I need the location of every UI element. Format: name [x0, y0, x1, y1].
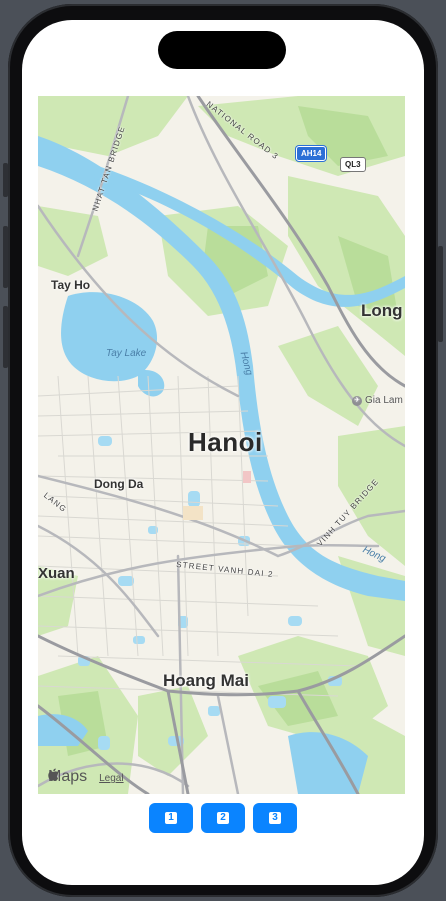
district-label-dong-da: Dong Da	[94, 477, 144, 491]
button-2-label: 2	[217, 812, 229, 824]
map-view[interactable]: Hanoi Tay Ho Dong Da Hoang Mai Long Xuan…	[38, 96, 405, 794]
button-2[interactable]: 2	[201, 803, 245, 833]
apple-logo-icon	[48, 768, 59, 781]
map-attribution: Maps Legal	[48, 768, 124, 786]
volume-up-button	[3, 226, 8, 288]
action-button	[3, 163, 8, 197]
landmark-area	[243, 471, 251, 483]
highway-shield-ql3: QL3	[340, 157, 366, 172]
highway-shield-ah14: AH14	[296, 146, 327, 161]
power-button	[438, 246, 443, 342]
district-label-long-bien: Long	[361, 301, 403, 320]
maps-logo: Maps	[48, 768, 87, 786]
district-label-tay-ho: Tay Ho	[51, 278, 91, 292]
button-1-label: 1	[165, 812, 177, 824]
district-label-thanh-xuan: Xuan	[38, 565, 75, 582]
airport-icon: ✈	[352, 395, 362, 406]
button-3[interactable]: 3	[253, 803, 297, 833]
old-quarter	[183, 506, 203, 520]
volume-down-button	[3, 306, 8, 368]
dynamic-island	[158, 31, 286, 69]
button-1[interactable]: 1	[149, 803, 193, 833]
poi-gia-lam-label: Gia Lam	[365, 395, 403, 406]
legal-link[interactable]: Legal	[99, 773, 123, 784]
district-label-hoang-mai: Hoang Mai	[163, 671, 249, 690]
poi-gia-lam[interactable]: ✈ Gia Lam	[352, 395, 403, 406]
city-label-hanoi: Hanoi	[188, 427, 263, 457]
screen: Hanoi Tay Ho Dong Da Hoang Mai Long Xuan…	[22, 20, 424, 885]
button-3-label: 3	[269, 812, 281, 824]
water-label-tay-lake: Tay Lake	[106, 348, 147, 359]
button-row: 1 2 3	[22, 803, 424, 833]
